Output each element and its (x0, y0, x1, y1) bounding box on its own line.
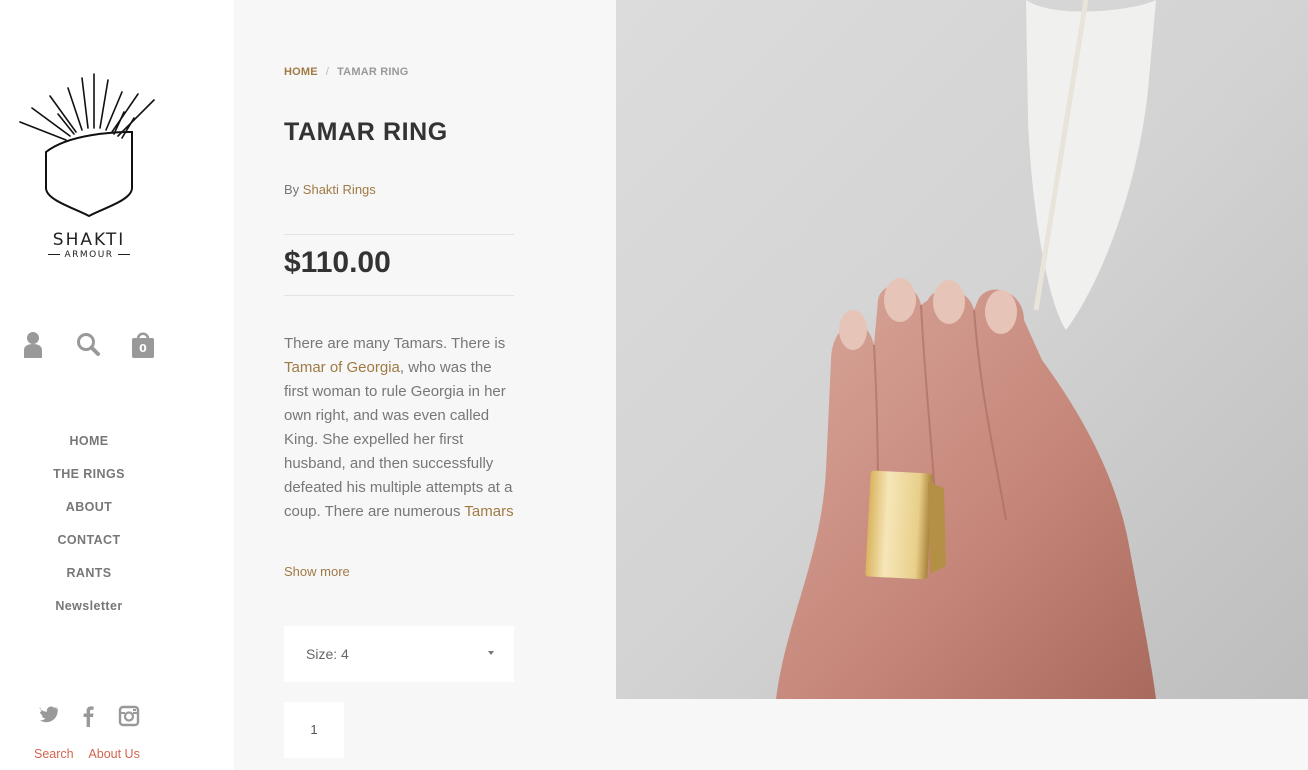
description-link-tamars[interactable]: Tamars (464, 503, 513, 520)
image-area-background (616, 699, 1308, 770)
description-text: , who was the first woman to rule Georgi… (284, 359, 513, 520)
breadcrumb-home[interactable]: HOME (284, 66, 318, 78)
product-title: TAMAR RING (284, 118, 448, 146)
product-price: $110.00 (284, 246, 391, 279)
breadcrumb-current: TAMAR RING (337, 66, 409, 78)
breadcrumb-separator: / (325, 66, 330, 78)
main-nav: HOME THE RINGS ABOUT CONTACT RANTS Newsl… (0, 430, 178, 628)
caret-down-icon (488, 651, 494, 655)
nav-item-contact[interactable]: CONTACT (0, 529, 178, 562)
product-image[interactable] (616, 0, 1308, 699)
breadcrumb: HOME / TAMAR RING (284, 66, 409, 78)
vendor-link[interactable]: Shakti Rings (303, 182, 376, 197)
search-icon[interactable] (76, 330, 102, 360)
brand-subtitle: ARMOUR (0, 250, 178, 260)
social-links (38, 705, 148, 731)
nav-item-rants[interactable]: RANTS (0, 562, 178, 595)
sidebar: SHAKTI ARMOUR 0 HOME THE RINGS ABOUT CON… (0, 0, 234, 770)
nav-item-home[interactable]: HOME (0, 430, 178, 463)
quantity-input[interactable]: 1 (284, 702, 344, 758)
divider (284, 295, 514, 296)
utility-icons: 0 (22, 330, 162, 362)
size-select[interactable]: Size: 4 (284, 626, 514, 682)
nav-item-about[interactable]: ABOUT (0, 496, 178, 529)
nav-item-newsletter[interactable]: Newsletter (0, 595, 178, 628)
instagram-icon[interactable] (118, 705, 140, 729)
cart-icon[interactable]: 0 (130, 330, 156, 360)
account-icon[interactable] (22, 330, 48, 360)
size-select-value: Size: 4 (306, 646, 349, 662)
description-link-tamar-of-georgia[interactable]: Tamar of Georgia (284, 359, 400, 376)
brand-subtitle-text: ARMOUR (64, 250, 114, 260)
show-more-link[interactable]: Show more (284, 564, 350, 579)
footer-link-about-us[interactable]: About Us (88, 747, 139, 761)
cart-count: 0 (139, 342, 147, 355)
description-text: There are many Tamars. There is (284, 335, 506, 352)
product-description: There are many Tamars. There is Tamar of… (284, 332, 516, 524)
footer-link-search[interactable]: Search (34, 747, 74, 761)
logo-shield-icon (19, 73, 155, 218)
divider (284, 234, 514, 235)
nav-item-the-rings[interactable]: THE RINGS (0, 463, 178, 496)
brand-name: SHAKTI (52, 230, 126, 250)
footer-links: Search About Us (34, 747, 152, 761)
product-vendor: By Shakti Rings (284, 182, 376, 197)
facebook-icon[interactable] (80, 705, 102, 729)
vendor-prefix: By (284, 182, 303, 197)
product-details: HOME / TAMAR RING TAMAR RING By Shakti Rin… (234, 0, 616, 770)
twitter-icon[interactable] (38, 705, 60, 729)
